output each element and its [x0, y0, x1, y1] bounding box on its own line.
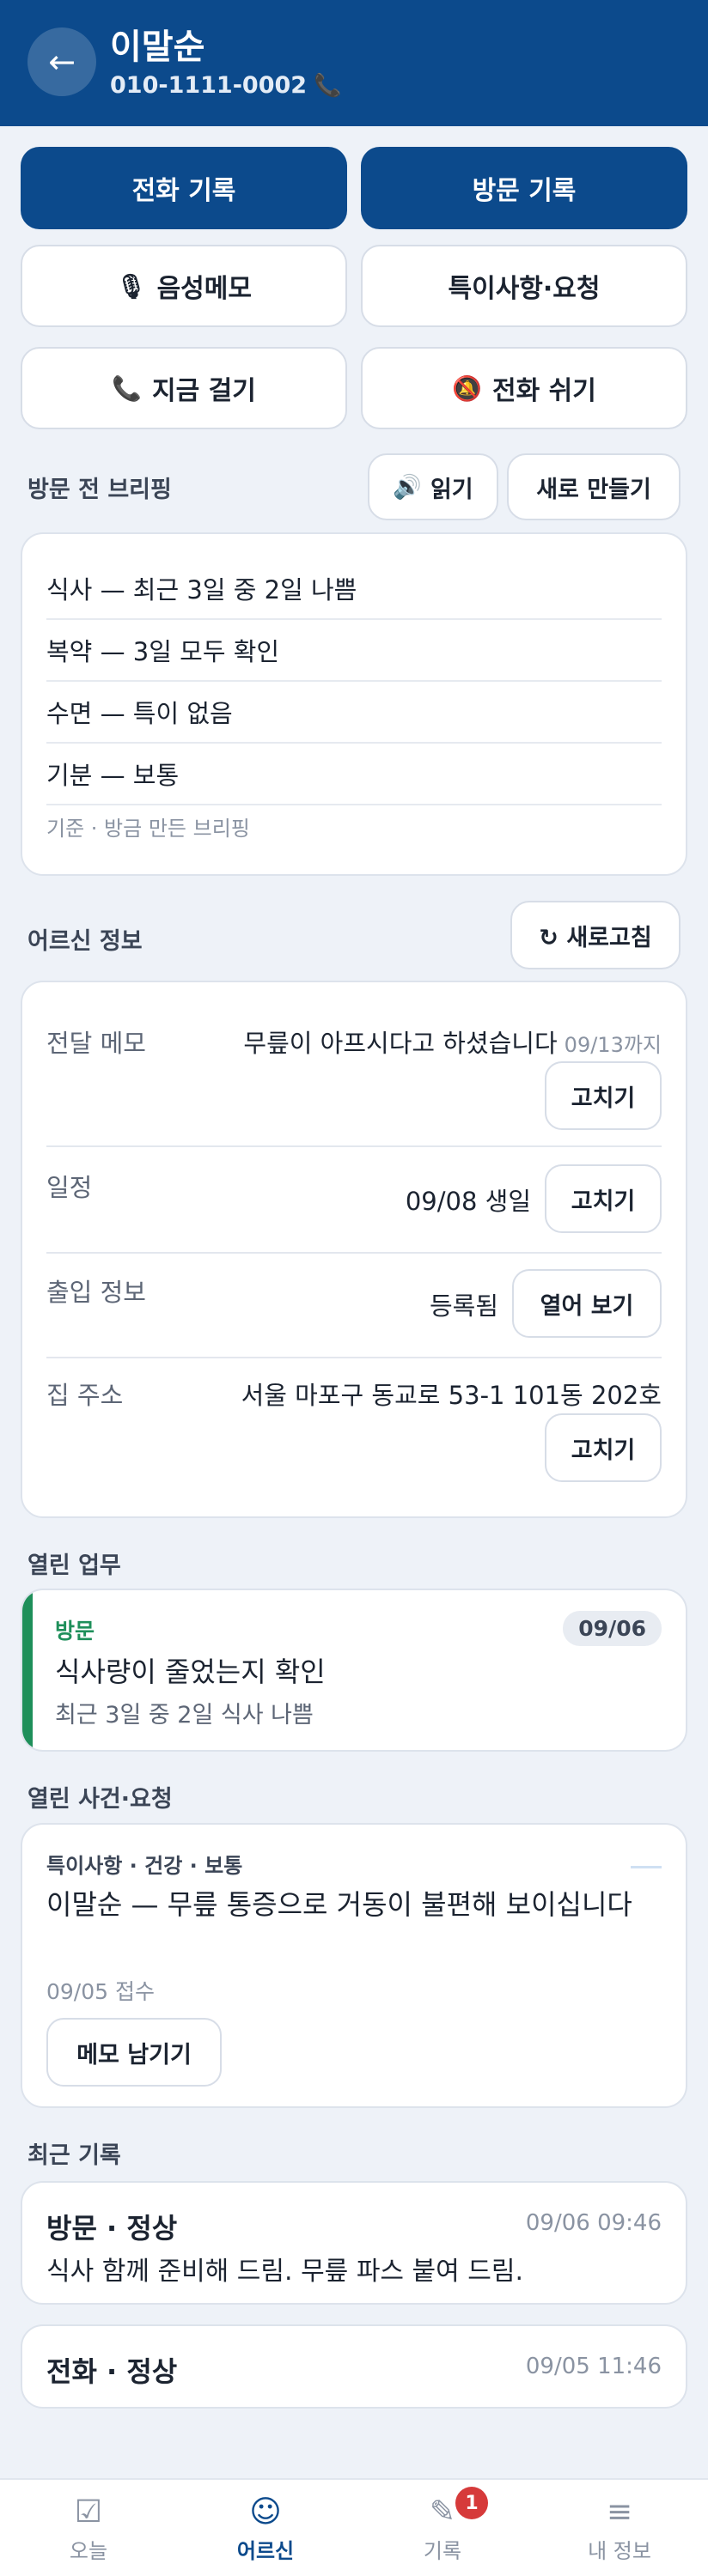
edit-address-button[interactable]: 고치기	[545, 1413, 662, 1482]
task-title: 식사량이 줄었는지 확인	[55, 1656, 326, 1688]
access-value: 등록됨	[429, 1291, 498, 1321]
open-incidents-title: 열린 사건·요청	[27, 1786, 173, 1813]
divider	[46, 1145, 662, 1147]
checkbox-icon: ☑	[74, 2494, 103, 2530]
pencil-icon: ✎	[429, 2494, 456, 2530]
memo-value: 무릎이 아프시다고 하셨습니다 09/13까지	[243, 1024, 662, 1060]
bell-off-icon: 🔕	[452, 374, 482, 403]
arrow-left-icon: ←	[48, 43, 76, 81]
nav-today[interactable]: ☑ 오늘	[0, 2480, 177, 2576]
notes-requests-label: 특이사항·요청	[448, 274, 601, 304]
edit-label: 고치기	[571, 1437, 636, 1464]
record-time: 09/06 09:46	[525, 2210, 662, 2236]
schedule-value: 09/08 생일	[405, 1187, 531, 1216]
skip-call-label: 전화 쉬기	[492, 376, 596, 406]
incident-card: 특이사항 · 건강 · 보통 이말순 — 무릎 통증으로 거동이 불편해 보이십…	[21, 1823, 687, 2108]
refresh-label: ↻ 새로고침	[539, 924, 652, 951]
read-aloud-label: 읽기	[430, 476, 473, 503]
regenerate-briefing-button[interactable]: 새로 만들기	[507, 453, 681, 520]
briefing-title: 방문 전 브리핑	[27, 477, 172, 503]
nav-seniors[interactable]: ☺ 어르신	[177, 2480, 354, 2576]
address-value: 서울 마포구 동교로 53-1 101동 202호	[241, 1381, 662, 1410]
briefing-item: 복약 — 3일 모두 확인	[46, 620, 662, 682]
task-tag: 방문	[55, 1619, 95, 1643]
edit-label: 고치기	[571, 1084, 636, 1112]
read-aloud-button[interactable]: 🔊 읽기	[368, 453, 498, 520]
nav-label: 어르신	[236, 2538, 295, 2563]
record-card[interactable]: 방문 · 정상 09/06 09:46 식사 함께 준비해 드림. 무릎 파스 …	[21, 2181, 687, 2305]
nav-label: 오늘	[69, 2538, 108, 2563]
record-time: 09/05 11:46	[525, 2354, 662, 2379]
senior-name: 이말순	[110, 27, 205, 67]
phone-number: 010-1111-0002	[110, 72, 308, 99]
briefing-item: 기분 — 보통	[46, 744, 662, 805]
edit-memo-button[interactable]: 고치기	[545, 1061, 662, 1130]
nav-label: 내 정보	[588, 2538, 651, 2563]
record-card[interactable]: 전화 · 정상 09/05 11:46	[21, 2324, 687, 2409]
speaker-icon: 🔊	[393, 474, 422, 501]
nav-records[interactable]: ✎ 기록 1	[354, 2480, 531, 2576]
notes-requests-button[interactable]: 특이사항·요청	[361, 245, 687, 327]
senior-phone[interactable]: 010-1111-0002 📞	[110, 72, 341, 99]
schedule-label: 일정	[46, 1173, 93, 1202]
incident-tag: 특이사항 · 건강 · 보통	[46, 1854, 243, 1878]
visit-log-button[interactable]: 방문 기록	[361, 147, 687, 229]
memo-until: 09/13까지	[564, 1033, 662, 1057]
record-title: 전화 · 정상	[46, 2355, 178, 2388]
briefing-footer: 기준 · 방금 만든 브리핑	[46, 817, 250, 841]
task-accent-bar	[22, 1590, 33, 1750]
call-now-button[interactable]: 📞 지금 걸기	[21, 347, 347, 429]
memo-text: 무릎이 아프시다고 하셨습니다	[243, 1029, 558, 1058]
open-access-button[interactable]: 열어 보기	[512, 1269, 662, 1338]
incident-date: 09/05 접수	[46, 1979, 155, 2004]
leave-memo-button[interactable]: 메모 남기기	[46, 2018, 222, 2087]
app-root: ← 이말순 010-1111-0002 📞 전화 기록 방문 기록 🎙 음성메모 …	[0, 0, 708, 2576]
senior-info-card: 전달 메모 무릎이 아프시다고 하셨습니다 09/13까지 고치기 일정 09/0…	[21, 981, 687, 1518]
voice-memo-button[interactable]: 🎙 음성메모	[21, 245, 347, 327]
task-card[interactable]: 방문 09/06 식사량이 줄었는지 확인 최근 3일 중 2일 식사 나쁨	[21, 1589, 687, 1752]
memo-label: 전달 메모	[46, 1029, 146, 1058]
task-detail: 최근 3일 중 2일 식사 나쁨	[55, 1702, 314, 1728]
address-label: 집 주소	[46, 1381, 124, 1410]
phone-icon: 📞	[314, 73, 342, 99]
edit-schedule-button[interactable]: 고치기	[545, 1164, 662, 1233]
call-log-button[interactable]: 전화 기록	[21, 147, 347, 229]
voice-memo-label: 음성메모	[156, 274, 252, 304]
microphone-icon: 🎙	[116, 271, 147, 301]
visit-log-label: 방문 기록	[472, 176, 577, 206]
skip-call-button[interactable]: 🔕 전화 쉬기	[361, 347, 687, 429]
collapse-indicator	[631, 1866, 662, 1868]
briefing-item: 수면 — 특이 없음	[46, 682, 662, 744]
notification-badge: 1	[455, 2487, 488, 2519]
call-now-label: 지금 걸기	[152, 376, 256, 406]
briefing-card: 식사 — 최근 3일 중 2일 나쁨 복약 — 3일 모두 확인 수면 — 특이…	[21, 532, 687, 876]
menu-icon: ≡	[606, 2494, 633, 2530]
incident-text: 이말순 — 무릎 통증으로 거동이 불편해 보이십니다	[46, 1888, 632, 1921]
senior-info-title: 어르신 정보	[27, 928, 143, 955]
call-log-label: 전화 기록	[131, 176, 236, 206]
nav-my-info[interactable]: ≡ 내 정보	[531, 2480, 708, 2576]
divider	[46, 1252, 662, 1254]
back-button[interactable]: ←	[27, 27, 96, 96]
regenerate-briefing-label: 새로 만들기	[536, 476, 651, 503]
leave-memo-label: 메모 남기기	[76, 2041, 192, 2069]
phone-icon: 📞	[112, 374, 142, 403]
record-title: 방문 · 정상	[46, 2212, 178, 2245]
header: ← 이말순 010-1111-0002 📞	[0, 0, 708, 126]
briefing-item: 식사 — 최근 3일 중 2일 나쁨	[46, 558, 662, 620]
divider	[46, 1357, 662, 1358]
bottom-nav: ☑ 오늘 ☺ 어르신 ✎ 기록 1 ≡ 내 정보	[0, 2478, 708, 2576]
edit-label: 고치기	[571, 1188, 636, 1215]
recent-records-title: 최근 기록	[27, 2142, 121, 2169]
open-tasks-title: 열린 업무	[27, 1552, 121, 1579]
refresh-button[interactable]: ↻ 새로고침	[510, 901, 681, 969]
record-text: 식사 함께 준비해 드림. 무릎 파스 붙여 드림.	[46, 2257, 524, 2287]
nav-label: 기록	[423, 2538, 462, 2563]
task-date: 09/06	[563, 1611, 662, 1646]
access-label: 출입 정보	[46, 1278, 146, 1307]
smiley-icon: ☺	[249, 2494, 282, 2530]
open-access-label: 열어 보기	[540, 1292, 634, 1320]
